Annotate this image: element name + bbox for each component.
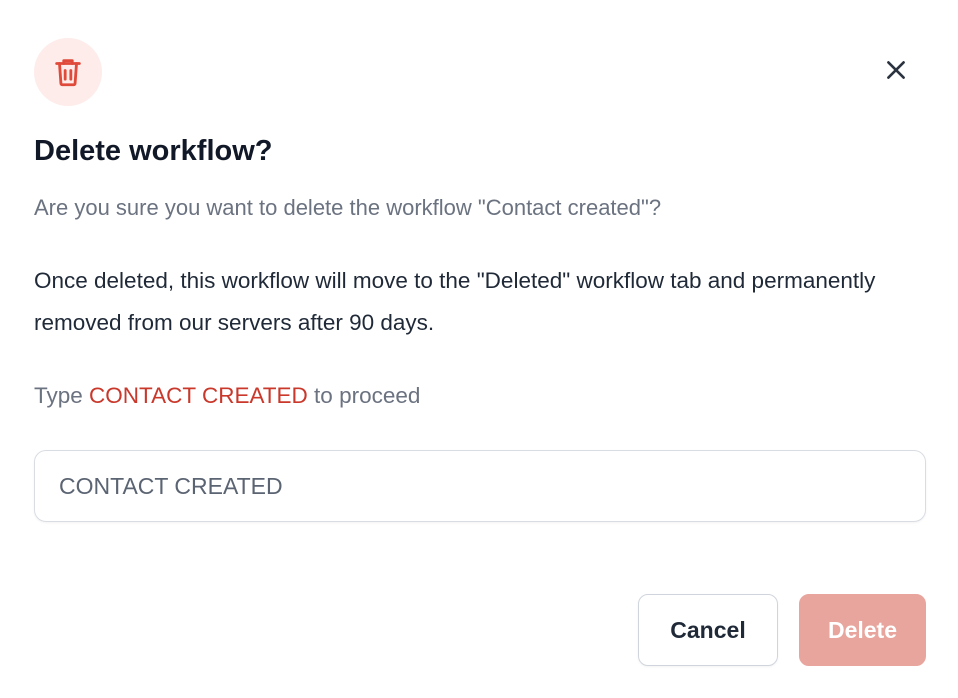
delete-button[interactable]: Delete [799,594,926,666]
trash-icon-badge [34,38,102,106]
cancel-button[interactable]: Cancel [638,594,778,666]
confirm-name-input[interactable] [34,450,926,522]
confirm-keyword: CONTACT CREATED [89,383,308,408]
close-button[interactable] [876,50,916,90]
trash-icon [55,59,81,87]
dialog-title: Delete workflow? [34,135,273,167]
confirm-instruction-prefix: Type [34,383,90,408]
dialog-description: Once deleted, this workflow will move to… [34,268,876,335]
confirm-instruction-suffix: to proceed [307,383,421,408]
confirm-instruction: Type CONTACT CREATED to proceed [34,382,420,410]
close-icon [887,61,905,79]
delete-workflow-dialog: Delete workflow? Are you sure you want t… [0,0,958,698]
dialog-subtitle: Are you sure you want to delete the work… [34,195,662,220]
